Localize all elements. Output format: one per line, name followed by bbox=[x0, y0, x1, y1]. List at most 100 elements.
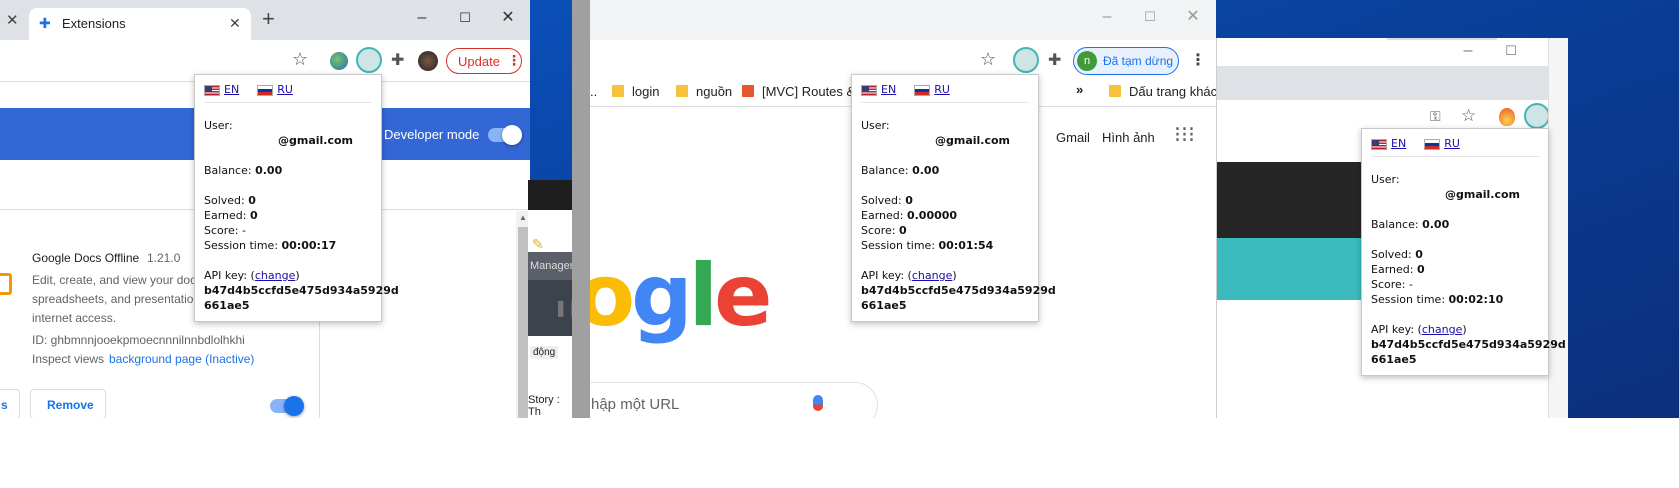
maximize-icon[interactable]: ☐ bbox=[1501, 41, 1521, 61]
maximize-icon[interactable]: ☐ bbox=[1140, 7, 1160, 27]
developer-mode-toggle[interactable] bbox=[488, 125, 522, 145]
gmail-link[interactable]: Gmail bbox=[1056, 130, 1090, 145]
developer-mode-label: Developer mode bbox=[384, 127, 480, 142]
solved-value: 0 bbox=[248, 194, 256, 207]
lang-label: RU bbox=[277, 83, 293, 96]
extension-enable-toggle[interactable] bbox=[270, 396, 304, 416]
us-flag-icon bbox=[204, 84, 220, 96]
session-row: Session time: 00:02:10 bbox=[1371, 292, 1539, 307]
balance-label: Balance: bbox=[861, 164, 909, 177]
language-selector: EN RU bbox=[1371, 137, 1539, 157]
dark-panel: ❚❚ bbox=[528, 280, 581, 336]
star-icon[interactable]: ☆ bbox=[1461, 106, 1476, 126]
background-page-link[interactable]: background page (Inactive) bbox=[109, 352, 254, 366]
user-email: @gmail.com bbox=[935, 134, 1011, 147]
api-key-label: API key: bbox=[204, 269, 248, 282]
session-label: Session time: bbox=[1371, 293, 1446, 306]
captcha-extension-icon[interactable] bbox=[1524, 103, 1550, 129]
lang-en-link[interactable]: EN bbox=[861, 83, 896, 96]
extension-description-line: spreadsheets, and presentation bbox=[32, 292, 201, 306]
balance-row: Balance: 0.00 bbox=[1371, 217, 1539, 232]
lang-label: RU bbox=[1444, 137, 1460, 150]
user-email: @gmail.com bbox=[278, 134, 354, 147]
session-row: Session time: 00:01:54 bbox=[861, 238, 1029, 253]
score-row: Score: 0 bbox=[861, 223, 1029, 238]
microphone-icon[interactable] bbox=[813, 395, 823, 411]
score-row: Score: - bbox=[204, 223, 372, 238]
tab-title: Extensions bbox=[62, 16, 126, 31]
tab-extensions[interactable]: ✚ Extensions ✕ bbox=[29, 8, 251, 40]
star-icon[interactable]: ☆ bbox=[980, 49, 996, 70]
remove-button[interactable]: Remove bbox=[30, 389, 106, 419]
api-key-row: API key: (change) bbox=[1371, 323, 1467, 336]
captcha-extension-popup: EN RU User: @gmail.com Balance: 0.00 Sol… bbox=[1361, 128, 1566, 376]
lang-ru-link[interactable]: RU bbox=[257, 83, 293, 96]
bookmark-nguon[interactable]: nguồn bbox=[676, 84, 732, 99]
details-button[interactable]: s bbox=[0, 389, 20, 419]
captcha-extension-icon[interactable] bbox=[1013, 47, 1039, 73]
key-icon[interactable]: ⚿ bbox=[1430, 108, 1441, 125]
score-label: Score: bbox=[861, 224, 896, 237]
bookmark-item[interactable]: .. bbox=[590, 84, 597, 99]
minimize-icon[interactable]: – bbox=[412, 8, 432, 28]
chevron-more-icon[interactable]: » bbox=[1076, 82, 1083, 97]
update-button[interactable]: Update ⋮ bbox=[446, 48, 522, 74]
minimize-icon[interactable]: – bbox=[1458, 41, 1478, 61]
balance-label: Balance: bbox=[1371, 218, 1419, 231]
lang-en-link[interactable]: EN bbox=[204, 83, 239, 96]
captcha-extension-icon[interactable] bbox=[356, 47, 382, 73]
earned-label: Earned: bbox=[204, 209, 247, 222]
change-api-key-link[interactable]: change bbox=[255, 269, 295, 282]
tag-chip[interactable]: động bbox=[530, 346, 559, 359]
api-key-value: b47d4b5ccfd5e475d934a5929d bbox=[1371, 337, 1566, 352]
balance-value: 0.00 bbox=[912, 164, 940, 177]
minimize-icon[interactable]: – bbox=[1097, 7, 1117, 27]
globe-extension-icon[interactable] bbox=[330, 52, 348, 70]
user-label: User: bbox=[861, 119, 890, 132]
folder-icon bbox=[1109, 85, 1121, 97]
score-value: - bbox=[1409, 278, 1413, 291]
ru-flag-icon bbox=[914, 84, 931, 96]
earned-value: 0.00000 bbox=[906, 209, 958, 222]
more-icon[interactable]: ⋮ bbox=[1190, 50, 1206, 70]
bookmark-other[interactable]: Dấu trang khác bbox=[1109, 84, 1216, 99]
puzzle-icon[interactable]: ✚ bbox=[391, 50, 404, 70]
maximize-icon[interactable]: ☐ bbox=[455, 8, 475, 28]
close-tab-icon[interactable]: ✕ bbox=[229, 15, 241, 32]
change-api-key-link[interactable]: change bbox=[1422, 323, 1462, 336]
bookmark-login[interactable]: login bbox=[612, 84, 659, 99]
change-api-key-link[interactable]: change bbox=[912, 269, 952, 282]
search-input[interactable]: hập một URL bbox=[591, 396, 679, 413]
scroll-up-icon[interactable]: ▲ bbox=[519, 213, 527, 222]
images-link[interactable]: Hình ảnh bbox=[1102, 130, 1155, 145]
scroll-thumb[interactable] bbox=[518, 227, 528, 445]
bookmark-label: login bbox=[632, 84, 660, 99]
api-key-label: API key: bbox=[861, 269, 905, 282]
bookmark-mvc-routes[interactable]: [MVC] Routes & C bbox=[742, 84, 868, 99]
close-window-icon[interactable]: ✕ bbox=[1183, 7, 1203, 27]
lang-ru-link[interactable]: RU bbox=[914, 83, 950, 96]
profile-paused-button[interactable]: n Đã tạm dừng bbox=[1073, 47, 1179, 75]
fire-extension-icon[interactable] bbox=[1499, 108, 1515, 126]
api-key-label: API key: bbox=[1371, 323, 1415, 336]
avatar[interactable] bbox=[418, 51, 438, 71]
api-key-line: b47d4b5ccfd5e475d934a5929d bbox=[204, 284, 399, 297]
api-key-value: b47d4b5ccfd5e475d934a5929d bbox=[861, 283, 1056, 298]
user-label: User: bbox=[204, 119, 233, 132]
bookmark-label: nguồn bbox=[696, 84, 733, 99]
lang-ru-link[interactable]: RU bbox=[1424, 137, 1460, 150]
apps-grid-icon[interactable]: ⁝⁝⁝ bbox=[1174, 124, 1195, 146]
lang-en-link[interactable]: EN bbox=[1371, 137, 1406, 150]
close-window-icon[interactable]: ✕ bbox=[498, 8, 518, 28]
close-tab-icon[interactable]: ✕ bbox=[6, 11, 19, 29]
session-row: Session time: 00:00:17 bbox=[204, 238, 372, 253]
star-icon[interactable]: ☆ bbox=[292, 49, 308, 70]
tab-strip: – ☐ ✕ bbox=[1217, 38, 1568, 66]
lang-label: RU bbox=[934, 83, 950, 96]
new-tab-icon[interactable]: + bbox=[262, 6, 275, 32]
puzzle-icon[interactable]: ✚ bbox=[1048, 50, 1061, 70]
